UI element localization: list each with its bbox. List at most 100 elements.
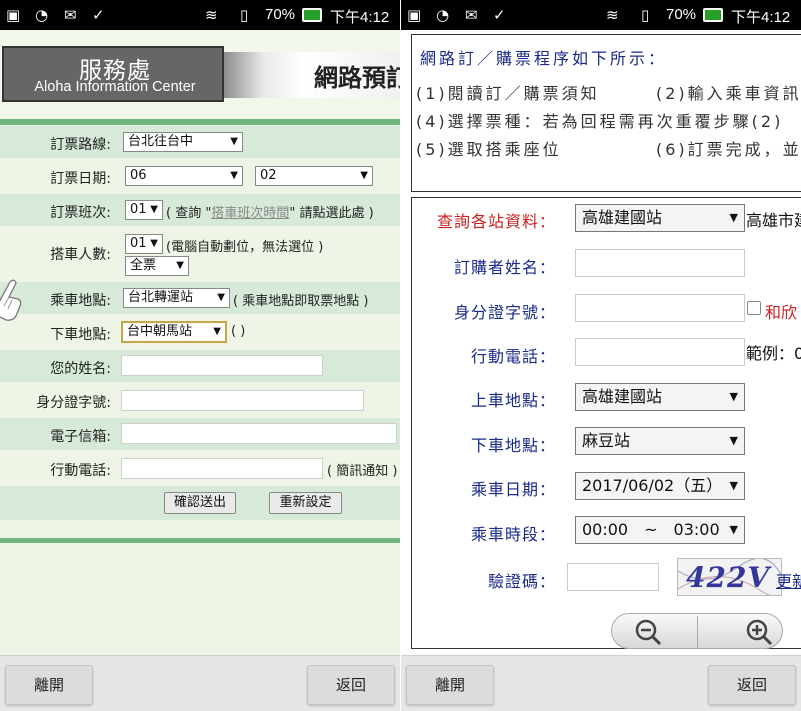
chevron-down-icon: ▼ bbox=[729, 523, 738, 536]
name-input[interactable] bbox=[121, 355, 323, 376]
month-select[interactable]: 06 ▼ bbox=[125, 166, 243, 186]
gallery-notification-icon: ▣ bbox=[6, 6, 21, 24]
captcha-text: 422V bbox=[686, 561, 771, 594]
logo-english-text: Aloha Information Center bbox=[34, 79, 196, 95]
route-select[interactable]: 台北往台中 ▼ bbox=[123, 132, 243, 152]
passengers-row: 搭車人數: 01 ▼ (電腦自動劃位，無法選位 ) 全票 ▼ bbox=[0, 228, 400, 280]
ride-time-select[interactable]: 00:00 ~ 03:00 ▼ bbox=[575, 516, 745, 544]
passenger-count-select[interactable]: 01 ▼ bbox=[125, 234, 163, 254]
aloha-logo: 服務處 Aloha Information Center bbox=[2, 46, 224, 102]
name-label: 您的姓名: bbox=[50, 361, 111, 377]
chevron-down-icon: ▼ bbox=[729, 479, 738, 492]
status-bar: ▣ ◔ ✉ ✓ ≋ ▯ 70% 下午4:12 bbox=[401, 0, 801, 30]
battery-percent: 70% bbox=[265, 6, 296, 23]
zoom-separator bbox=[697, 616, 698, 648]
exit-button[interactable]: 離開 bbox=[406, 665, 494, 705]
mobile-label: 行動電話： bbox=[470, 347, 556, 366]
zoom-out-icon[interactable] bbox=[634, 618, 664, 646]
chevron-down-icon: ▼ bbox=[729, 434, 738, 447]
checklist-notification-icon: ✓ bbox=[92, 6, 105, 24]
mail-notification-icon: ✉ bbox=[64, 6, 77, 24]
chevron-down-icon: ▼ bbox=[230, 136, 238, 147]
status-bar: ▣ ◔ ✉ ✓ ≋ ▯ 70% 下午4:12 bbox=[0, 0, 400, 30]
station-address-text: 高雄市建 bbox=[746, 211, 801, 230]
trip-row: 訂票班次: 01 ▼ ( 查詢 "搭車班次時間" 請點選此處 ) bbox=[0, 194, 400, 226]
chevron-down-icon: ▼ bbox=[213, 326, 221, 337]
chevron-down-icon: ▼ bbox=[360, 170, 368, 181]
reset-button[interactable]: 重新設定 bbox=[269, 492, 342, 514]
back-button[interactable]: 返回 bbox=[708, 665, 796, 705]
captcha-image: 422V bbox=[677, 558, 782, 596]
boarding-label: 上車地點： bbox=[470, 391, 556, 410]
sync-notification-icon: ◔ bbox=[35, 6, 49, 24]
sync-notification-icon: ◔ bbox=[436, 6, 450, 24]
day-select[interactable]: 02 ▼ bbox=[255, 166, 373, 186]
alighting-row: 下車地點: 台中朝馬站 ▼ ( ) bbox=[0, 316, 400, 348]
battery-charging-icon bbox=[302, 8, 322, 22]
date-label: 訂票日期: bbox=[50, 171, 111, 187]
alighting-select[interactable]: 台中朝馬站 ▼ bbox=[121, 321, 227, 343]
form-top-divider bbox=[0, 119, 400, 125]
chevron-down-icon: ▼ bbox=[217, 292, 225, 303]
buyer-name-label: 訂購者姓名： bbox=[453, 258, 556, 277]
boarding-select[interactable]: 台北轉運站 ▼ bbox=[123, 288, 230, 308]
member-checkbox-label: 和欣 bbox=[765, 303, 798, 322]
back-button[interactable]: 返回 bbox=[307, 665, 395, 705]
ride-date-value: 2017/06/02（五） bbox=[582, 476, 723, 495]
alighting-label: 下車地點: bbox=[50, 327, 111, 343]
ticket-type-value: 全票 bbox=[130, 258, 157, 273]
alighting-note: ( ) bbox=[231, 324, 246, 339]
zoom-in-icon[interactable] bbox=[745, 618, 775, 646]
boarding-select[interactable]: 高雄建國站 ▼ bbox=[575, 383, 745, 411]
trip-select-value: 01 bbox=[130, 202, 147, 217]
station-query-value: 高雄建國站 bbox=[582, 208, 663, 227]
procedure-step: (4)選擇票種：若為回程需再次重覆步驟(2) bbox=[416, 112, 784, 131]
name-row: 您的姓名: bbox=[0, 350, 400, 382]
schedule-link[interactable]: 搭車班次時間 bbox=[211, 206, 289, 221]
alighting-select[interactable]: 麻豆站 ▼ bbox=[575, 427, 745, 455]
sim-card-icon: ▯ bbox=[641, 6, 650, 24]
online-booking-banner: 網路預訂 bbox=[224, 52, 400, 98]
wifi-icon: ≋ bbox=[205, 6, 218, 24]
trip-hint-prefix: ( 查詢 " bbox=[166, 206, 212, 221]
confirm-button[interactable]: 確認送出 bbox=[164, 492, 236, 514]
trip-hint: ( 查詢 "搭車班次時間" 請點選此處 ) bbox=[166, 202, 374, 221]
mobile-row: 行動電話: ( 簡訊通知 ) bbox=[0, 452, 400, 484]
procedure-step: (2)輸入乘車資訊 bbox=[656, 84, 801, 103]
chevron-down-icon: ▼ bbox=[729, 211, 738, 224]
captcha-label: 驗證碼： bbox=[487, 572, 556, 591]
trip-select[interactable]: 01 ▼ bbox=[125, 200, 163, 220]
captcha-input[interactable] bbox=[567, 563, 659, 591]
clock: 下午4:12 bbox=[330, 9, 390, 26]
passenger-count-value: 01 bbox=[130, 236, 147, 251]
procedure-title: 網路訂／購票程序如下所示： bbox=[420, 49, 668, 68]
clock: 下午4:12 bbox=[731, 9, 791, 26]
boarding-label: 乘車地點: bbox=[50, 293, 111, 309]
chevron-down-icon: ▼ bbox=[729, 390, 738, 403]
trip-label: 訂票班次: bbox=[50, 205, 111, 221]
route-select-value: 台北往台中 bbox=[128, 134, 194, 149]
id-input[interactable] bbox=[121, 390, 364, 411]
chevron-down-icon: ▼ bbox=[150, 238, 158, 249]
gallery-notification-icon: ▣ bbox=[407, 6, 422, 24]
member-checkbox[interactable] bbox=[747, 301, 761, 315]
ride-date-select[interactable]: 2017/06/02（五） ▼ bbox=[575, 472, 745, 500]
procedure-box: 網路訂／購票程序如下所示： (1)閱讀訂／購票須知 (2)輸入乘車資訊 (4)選… bbox=[411, 34, 801, 192]
mobile-input[interactable] bbox=[575, 338, 745, 366]
buyer-name-input[interactable] bbox=[575, 249, 745, 277]
id-number-input[interactable] bbox=[575, 294, 745, 322]
mobile-example-text: 範例：0 bbox=[746, 344, 801, 363]
form-bottom-divider bbox=[0, 538, 400, 543]
sim-card-icon: ▯ bbox=[240, 6, 249, 24]
ticket-type-select[interactable]: 全票 ▼ bbox=[125, 256, 189, 276]
email-input[interactable] bbox=[121, 423, 397, 444]
exit-button[interactable]: 離開 bbox=[5, 665, 93, 705]
captcha-refresh-link[interactable]: 更新 bbox=[776, 568, 801, 592]
id-label: 身分證字號: bbox=[36, 395, 111, 411]
mobile-label: 行動電話: bbox=[50, 463, 111, 479]
station-query-select[interactable]: 高雄建國站 ▼ bbox=[575, 204, 745, 232]
date-row: 訂票日期: 06 ▼ 02 ▼ bbox=[0, 160, 400, 192]
mobile-input[interactable] bbox=[121, 458, 323, 479]
route-row: 訂票路線: 台北往台中 ▼ bbox=[0, 126, 400, 158]
id-row: 身分證字號: bbox=[0, 384, 400, 416]
